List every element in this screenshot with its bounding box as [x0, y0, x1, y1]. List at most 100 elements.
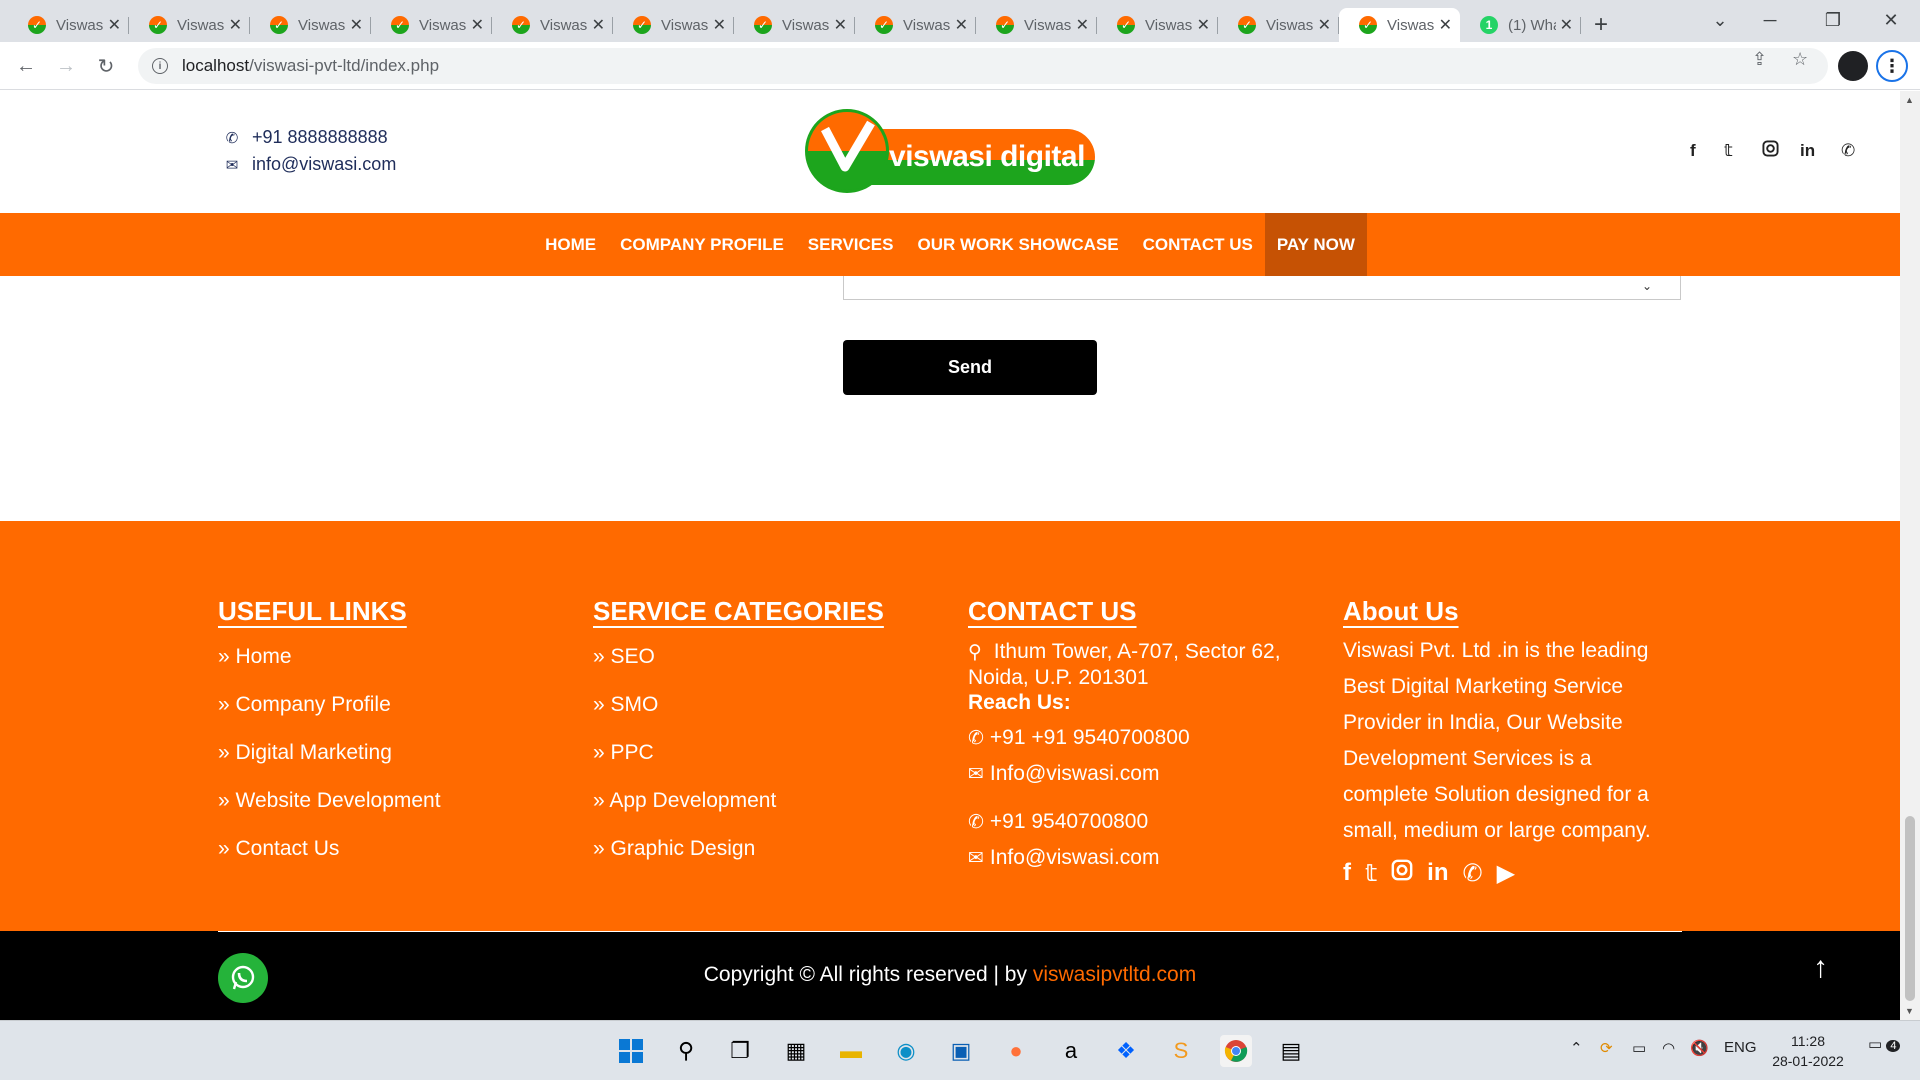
footer-link-home[interactable]: » Home	[218, 645, 441, 693]
amazon-icon[interactable]: a	[1055, 1035, 1087, 1067]
footer-link-seo[interactable]: » SEO	[593, 645, 884, 693]
close-window-button[interactable]: ✕	[1868, 0, 1914, 40]
footer-phone-1[interactable]: ✆ +91 +91 9540700800	[968, 725, 1308, 751]
header-phone[interactable]: ✆ +91 8888888888	[222, 127, 388, 148]
footer-phone-2[interactable]: ✆ +91 9540700800	[968, 809, 1308, 835]
nav-contact-us[interactable]: CONTACT US	[1131, 213, 1265, 276]
instagram-icon[interactable]	[1391, 859, 1413, 888]
browser-tab[interactable]: ✓ Viswasi ✕	[492, 8, 613, 42]
tab-close-icon[interactable]: ✕	[1560, 15, 1573, 35]
wifi-icon[interactable]: ◠	[1662, 1039, 1675, 1057]
browser-tab[interactable]: ✓ Viswasi ✕	[976, 8, 1097, 42]
footer-link-digital-marketing[interactable]: » Digital Marketing	[218, 741, 441, 789]
app-icon[interactable]: ▤	[1275, 1035, 1307, 1067]
forward-button[interactable]: →	[50, 50, 82, 82]
battery-icon[interactable]: ▭	[1632, 1039, 1646, 1057]
scroll-down-arrow-icon[interactable]: ▼	[1905, 1006, 1914, 1016]
volume-muted-icon[interactable]: 🔇	[1690, 1039, 1709, 1057]
tab-close-icon[interactable]: ✕	[1439, 15, 1452, 35]
scroll-up-arrow-icon[interactable]: ▲	[1905, 95, 1914, 105]
widgets-icon[interactable]: ▦	[780, 1035, 812, 1067]
nav-company-profile[interactable]: COMPANY PROFILE	[608, 213, 796, 276]
copyright-brand-link[interactable]: viswasipvtltd.com	[1033, 963, 1196, 986]
site-logo[interactable]: viswasi digital	[805, 109, 1095, 195]
tab-close-icon[interactable]: ✕	[955, 15, 968, 35]
new-tab-button[interactable]: +	[1581, 8, 1621, 42]
profile-avatar[interactable]	[1838, 51, 1868, 81]
restore-button[interactable]: ❐	[1810, 0, 1856, 40]
browser-tab[interactable]: ✓ Viswasi ✕	[371, 8, 492, 42]
browser-tab[interactable]: ✓ Viswasi ✕	[8, 8, 129, 42]
footer-email-1[interactable]: ✉ Info@viswasi.com	[968, 761, 1308, 787]
linkedin-icon[interactable]: in	[1800, 141, 1815, 161]
minimize-button[interactable]: ─	[1747, 0, 1793, 40]
browser-tab[interactable]: ✓ Viswasi ✕	[734, 8, 855, 42]
linkedin-icon[interactable]: in	[1427, 859, 1448, 888]
footer-link-ppc[interactable]: » PPC	[593, 741, 884, 789]
facebook-icon[interactable]: f	[1690, 141, 1696, 161]
page-scrollbar[interactable]: ▲ ▼	[1900, 91, 1920, 1020]
footer-link-smo[interactable]: » SMO	[593, 693, 884, 741]
sublime-text-icon[interactable]: S	[1165, 1035, 1197, 1067]
footer-email-2[interactable]: ✉ Info@viswasi.com	[968, 845, 1308, 871]
footer-link-company-profile[interactable]: » Company Profile	[218, 693, 441, 741]
firefox-icon[interactable]: ●	[1000, 1035, 1032, 1067]
sync-icon[interactable]: ⟳	[1600, 1039, 1613, 1057]
tray-overflow-chevron-icon[interactable]: ⌃	[1570, 1039, 1583, 1057]
store-icon[interactable]: ▣	[945, 1035, 977, 1067]
chrome-icon[interactable]	[1220, 1035, 1252, 1067]
url-field[interactable]: i localhost/viswasi-pvt-ltd/index.php	[138, 48, 1828, 84]
nav-our-work-showcase[interactable]: OUR WORK SHOWCASE	[905, 213, 1130, 276]
tab-close-icon[interactable]: ✕	[350, 15, 363, 35]
tab-search-icon[interactable]: ⌄	[1697, 0, 1743, 40]
reload-button[interactable]: ↻	[90, 50, 122, 82]
youtube-icon[interactable]: ▶	[1497, 859, 1515, 888]
whatsapp-icon[interactable]: ✆	[1841, 141, 1855, 161]
tab-close-icon[interactable]: ✕	[713, 15, 726, 35]
language-indicator[interactable]: ENG	[1724, 1039, 1757, 1056]
header-email[interactable]: ✉ info@viswasi.com	[222, 154, 397, 175]
task-view-icon[interactable]: ❐	[724, 1035, 756, 1067]
nav-services[interactable]: SERVICES	[796, 213, 906, 276]
search-icon[interactable]: ⚲	[670, 1035, 702, 1067]
tab-close-icon[interactable]: ✕	[108, 15, 121, 35]
tab-close-icon[interactable]: ✕	[1076, 15, 1089, 35]
tab-close-icon[interactable]: ✕	[1318, 15, 1331, 35]
edge-browser-icon[interactable]: ◉	[890, 1035, 922, 1067]
nav-pay-now[interactable]: PAY NOW	[1264, 213, 1367, 276]
send-button[interactable]: Send	[843, 340, 1097, 395]
footer-link-app-development[interactable]: » App Development	[593, 789, 884, 837]
browser-tab[interactable]: ✓ Viswasi ✕	[1339, 8, 1460, 42]
footer-link-contact-us[interactable]: » Contact Us	[218, 837, 441, 885]
twitter-icon[interactable]: 𝕥	[1724, 141, 1733, 161]
url-text[interactable]: localhost/viswasi-pvt-ltd/index.php	[182, 56, 439, 76]
scrollbar-thumb[interactable]	[1905, 816, 1915, 1001]
tab-close-icon[interactable]: ✕	[471, 15, 484, 35]
browser-tab[interactable]: ✓ Viswasi ✕	[855, 8, 976, 42]
browser-tab[interactable]: 1 (1) WhatsApp✕	[1460, 8, 1581, 42]
share-icon[interactable]: ⇪	[1752, 49, 1767, 70]
whatsapp-icon[interactable]: ✆	[1463, 859, 1483, 888]
back-button[interactable]: ←	[10, 50, 42, 82]
browser-menu-icon[interactable]: ⋮	[1876, 50, 1908, 82]
instagram-icon[interactable]	[1762, 140, 1779, 162]
taskbar-clock[interactable]: 11:28 28-01-2022	[1762, 1031, 1854, 1071]
back-to-top-arrow-icon[interactable]: ↑	[1813, 951, 1828, 985]
tab-close-icon[interactable]: ✕	[229, 15, 242, 35]
tab-close-icon[interactable]: ✕	[1197, 15, 1210, 35]
browser-tab[interactable]: ✓ Viswasi ✕	[1218, 8, 1339, 42]
site-info-icon[interactable]: i	[152, 58, 168, 74]
file-explorer-icon[interactable]: ▬	[835, 1035, 867, 1067]
browser-tab[interactable]: ✓ Viswasi ✕	[613, 8, 734, 42]
nav-home[interactable]: HOME	[533, 213, 608, 276]
twitter-icon[interactable]: 𝕥	[1365, 859, 1377, 888]
notification-center-icon[interactable]: ▭ 4	[1868, 1035, 1901, 1053]
tab-close-icon[interactable]: ✕	[592, 15, 605, 35]
browser-tab[interactable]: ✓ Viswasi ✕	[129, 8, 250, 42]
footer-link-website-development[interactable]: » Website Development	[218, 789, 441, 837]
start-windows-icon[interactable]	[615, 1035, 647, 1067]
browser-tab[interactable]: ✓ Viswasi ✕	[1097, 8, 1218, 42]
facebook-icon[interactable]: f	[1343, 859, 1351, 888]
dropbox-icon[interactable]: ❖	[1110, 1035, 1142, 1067]
bookmark-star-icon[interactable]: ☆	[1792, 49, 1808, 70]
